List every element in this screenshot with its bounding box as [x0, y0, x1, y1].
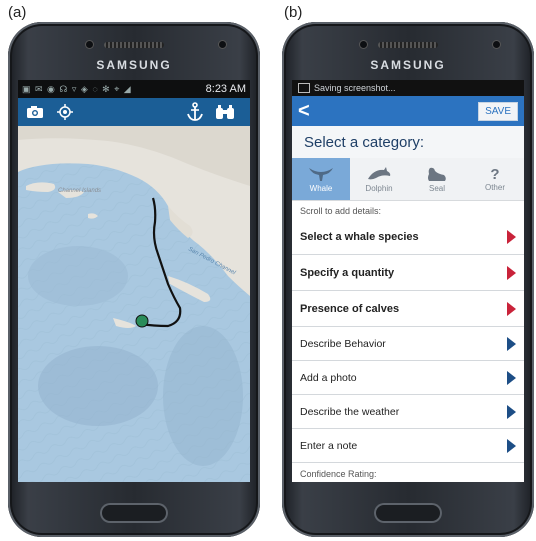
camera-icon[interactable] — [24, 102, 46, 122]
app-header: < SAVE — [292, 96, 524, 126]
brand-logo: SAMSUNG — [370, 58, 446, 72]
speaker-grille — [378, 42, 438, 48]
status-bar: Saving screenshot... — [292, 80, 524, 96]
status-text: Saving screenshot... — [314, 83, 396, 93]
category-whale[interactable]: Whale — [292, 158, 350, 200]
phone-b: SAMSUNG Saving screenshot... < SAVE Sele… — [282, 22, 534, 537]
phone-a: SAMSUNG ▣ ✉ ◉ ☊ ▿ ◈ ◌ ✻ ⌖ ◢ 8:23 AM Chan… — [8, 22, 260, 537]
category-dolphin[interactable]: Dolphin — [350, 158, 408, 200]
row-photo[interactable]: Add a photo — [292, 361, 524, 395]
category-other[interactable]: ? Other — [466, 158, 524, 200]
panel-label-a: (a) — [8, 4, 27, 21]
anchor-icon[interactable] — [184, 102, 206, 122]
row-behavior[interactable]: Describe Behavior — [292, 327, 524, 361]
row-label: Enter a note — [300, 439, 358, 452]
row-calves[interactable]: Presence of calves — [292, 291, 524, 327]
category-whale-label: Whale — [309, 183, 333, 193]
chevron-right-icon — [507, 265, 516, 280]
row-label: Select a whale species — [300, 230, 419, 243]
panel-label-b: (b) — [284, 4, 303, 21]
confidence-label: Confidence Rating: — [292, 463, 524, 482]
category-seal-label: Seal — [428, 183, 445, 193]
chevron-right-icon — [507, 229, 516, 244]
row-note[interactable]: Enter a note — [292, 429, 524, 463]
status-icons: ▣ ✉ ◉ ☊ ▿ ◈ ◌ ✻ ⌖ ◢ — [22, 83, 132, 94]
category-selector: Whale Dolphin Seal ? Other — [292, 158, 524, 201]
category-dolphin-label: Dolphin — [365, 183, 393, 193]
chevron-right-icon — [507, 370, 516, 385]
chevron-right-icon — [507, 438, 516, 453]
home-button[interactable] — [100, 503, 168, 523]
front-camera — [219, 41, 226, 48]
category-other-label: Other — [484, 182, 505, 192]
row-label: Add a photo — [300, 371, 357, 384]
whale-tail-icon — [309, 167, 333, 181]
screen-map-app: ▣ ✉ ◉ ☊ ▿ ◈ ◌ ✻ ⌖ ◢ 8:23 AM Channel Isla… — [18, 80, 250, 482]
screen-sighting-form: Saving screenshot... < SAVE Select a cat… — [292, 80, 524, 482]
chevron-right-icon — [507, 404, 516, 419]
category-title: Select a category: — [292, 126, 524, 158]
row-quantity[interactable]: Specify a quantity — [292, 255, 524, 291]
binoculars-icon[interactable] — [214, 102, 236, 122]
category-seal[interactable]: Seal — [408, 158, 466, 200]
brand-logo: SAMSUNG — [96, 58, 172, 72]
chevron-right-icon — [507, 336, 516, 351]
dolphin-icon — [368, 166, 391, 179]
front-camera — [493, 41, 500, 48]
question-mark-icon: ? — [490, 165, 500, 183]
status-time: 8:23 AM — [205, 83, 246, 95]
row-label: Specify a quantity — [300, 266, 395, 279]
map-label-islands: Channel Islands — [58, 188, 101, 194]
row-select-species[interactable]: Select a whale species — [292, 219, 524, 255]
seal-icon — [428, 167, 446, 181]
save-button[interactable]: SAVE — [478, 101, 518, 121]
screenshot-icon — [298, 83, 310, 93]
map-view[interactable]: Channel Islands San Pedro Channel — [18, 126, 250, 482]
scroll-hint: Scroll to add details: — [292, 201, 524, 219]
status-bar: ▣ ✉ ◉ ☊ ▿ ◈ ◌ ✻ ⌖ ◢ 8:23 AM — [18, 80, 250, 98]
proximity-sensor — [360, 41, 367, 48]
locate-icon[interactable] — [54, 102, 76, 122]
home-button[interactable] — [374, 503, 442, 523]
speaker-grille — [104, 42, 164, 48]
row-label: Presence of calves — [300, 302, 400, 315]
back-button[interactable]: < — [298, 100, 318, 123]
map-toolbar — [18, 98, 250, 126]
proximity-sensor — [86, 41, 93, 48]
row-label: Describe Behavior — [300, 337, 386, 350]
row-weather[interactable]: Describe the weather — [292, 395, 524, 429]
row-label: Describe the weather — [300, 405, 400, 418]
chevron-right-icon — [507, 301, 516, 316]
